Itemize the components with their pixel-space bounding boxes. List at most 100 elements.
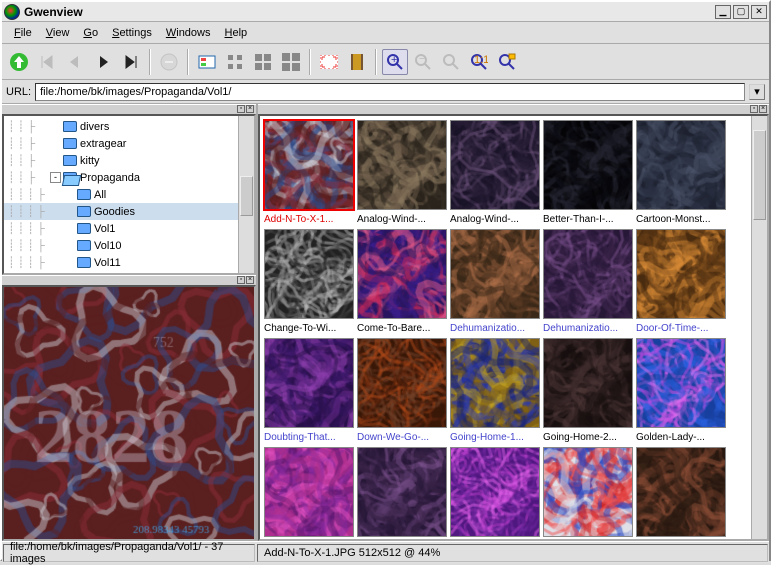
thumbnail-label: Add-N-To-X-1... [264, 213, 354, 226]
thumbnail[interactable] [357, 447, 447, 541]
preview-close-button[interactable]: × [246, 276, 254, 284]
menu-windows[interactable]: Windows [160, 25, 217, 41]
thumbs-close-button[interactable]: × [759, 105, 767, 113]
menu-go[interactable]: Go [77, 25, 104, 41]
prev-button[interactable] [62, 49, 88, 75]
thumbnail[interactable]: Doubting-That... [264, 338, 354, 444]
tree-item-vol11[interactable]: ┊ ┊ ┊ ├ Vol11 [4, 254, 254, 271]
thumbnail[interactable] [543, 447, 633, 541]
tree-item-all[interactable]: ┊ ┊ ┊ ├ All [4, 186, 254, 203]
thumbnail[interactable]: Dehumanizatio... [450, 229, 540, 335]
thumbnail-image [264, 447, 354, 537]
thumbnail[interactable]: Golden-Lady-... [636, 338, 726, 444]
folder-icon [63, 138, 77, 149]
thumbnail-label: Analog-Wind-... [450, 213, 540, 226]
url-bar: URL: ▾ [2, 80, 769, 104]
thumbs-scrollbar[interactable] [751, 116, 767, 539]
tree-close-button[interactable]: × [246, 105, 254, 113]
thumbnail[interactable] [636, 447, 726, 541]
tree-item-extragear[interactable]: ┊ ┊ ├ extragear [4, 135, 254, 152]
thumbnail-image [357, 338, 447, 428]
thumbnail[interactable]: Door-Of-Time-... [636, 229, 726, 335]
preview-undock-button[interactable]: ▫ [237, 276, 245, 284]
maximize-button[interactable]: ▢ [733, 5, 749, 19]
thumbnail-label [636, 540, 726, 541]
tree-item-vol12[interactable]: ┊ ┊ ┊ ├ Vol12 [4, 271, 254, 275]
tree-scrollbar[interactable] [238, 116, 254, 273]
thumbnail[interactable]: Going-Home-2... [543, 338, 633, 444]
svg-text:+: + [391, 54, 397, 66]
tree-item-vol1[interactable]: ┊ ┊ ┊ ├ Vol1 [4, 220, 254, 237]
folder-tree[interactable]: ┊ ┊ ├ divers┊ ┊ ├ extragear┊ ┊ ├ kitty ┊ … [2, 114, 256, 275]
tree-undock-button[interactable]: ▫ [237, 105, 245, 113]
tree-item-divers[interactable]: ┊ ┊ ├ divers [4, 118, 254, 135]
thumbnail-label: Analog-Wind-... [357, 213, 447, 226]
thumbnail-image [264, 229, 354, 319]
thumbnail-image [543, 447, 633, 537]
zoom-reset-button[interactable]: 1:1 [466, 49, 492, 75]
thumbnail-image [636, 229, 726, 319]
first-button[interactable] [34, 49, 60, 75]
thumbnail-label: Dehumanizatio... [450, 322, 540, 335]
thumbnail-image [357, 120, 447, 210]
tree-label: Vol10 [94, 240, 122, 252]
thumbnail[interactable]: Going-Home-1... [450, 338, 540, 444]
tree-item-kitty[interactable]: ┊ ┊ ├ kitty [4, 152, 254, 169]
thumbnail[interactable]: Add-N-To-X-1... [264, 120, 354, 226]
minimize-button[interactable]: ▁ [715, 5, 731, 19]
folder-icon [77, 257, 91, 268]
thumbnail-label: Cartoon-Monst... [636, 213, 726, 226]
menu-help[interactable]: Help [219, 25, 254, 41]
tree-item-vol10[interactable]: ┊ ┊ ┊ ├ Vol10 [4, 237, 254, 254]
thumbnail[interactable]: Come-To-Bare... [357, 229, 447, 335]
fullscreen-button[interactable] [316, 49, 342, 75]
thumbnail[interactable]: Better-Than-I-... [543, 120, 633, 226]
thumbnail[interactable]: Dehumanizatio... [543, 229, 633, 335]
thumbnail-image [263, 119, 355, 211]
thumbnail[interactable]: Cartoon-Monst... [636, 120, 726, 226]
url-input[interactable] [35, 83, 745, 101]
tree-expander[interactable]: - [50, 172, 61, 183]
tree-label: Propaganda [80, 172, 140, 184]
zoom-out-button[interactable]: − [410, 49, 436, 75]
folder-icon [77, 223, 91, 234]
close-button[interactable]: ✕ [751, 5, 767, 19]
tree-item-propaganda[interactable]: ┊ ┊ ├ -Propaganda [4, 169, 254, 186]
thumbnail[interactable]: Down-We-Go-... [357, 338, 447, 444]
menu-view[interactable]: View [40, 25, 76, 41]
stop-button[interactable] [156, 49, 182, 75]
thumbnail-image [636, 120, 726, 210]
last-button[interactable] [118, 49, 144, 75]
thumbnail-label: Going-Home-2... [543, 431, 633, 444]
slideshow-button[interactable] [344, 49, 370, 75]
thumbnail[interactable] [450, 447, 540, 541]
thumbnail-label: Going-Home-1... [450, 431, 540, 444]
thumbnails-panel[interactable]: Add-N-To-X-1...Analog-Wind-...Analog-Win… [258, 114, 769, 541]
view-small-button[interactable] [222, 49, 248, 75]
thumbnail[interactable]: Analog-Wind-... [357, 120, 447, 226]
view-large-button[interactable] [278, 49, 304, 75]
thumbs-undock-button[interactable]: ▫ [750, 105, 758, 113]
titlebar: Gwenview ▁ ▢ ✕ [2, 2, 769, 22]
tree-dock-controls: ▫ × [2, 104, 256, 114]
thumbnail[interactable]: Change-To-Wi... [264, 229, 354, 335]
view-med-button[interactable] [250, 49, 276, 75]
zoom-fit-button[interactable] [438, 49, 464, 75]
thumbnail[interactable] [264, 447, 354, 541]
menu-file[interactable]: File [8, 25, 38, 41]
tree-item-goodies[interactable]: ┊ ┊ ┊ ├ Goodies [4, 203, 254, 220]
zoom-in-button[interactable]: + [382, 49, 408, 75]
thumbnail[interactable]: Analog-Wind-... [450, 120, 540, 226]
thumbnail-label: Change-To-Wi... [264, 322, 354, 335]
thumbnail-label [450, 540, 540, 541]
thumbnail-image [357, 229, 447, 319]
up-button[interactable] [6, 49, 32, 75]
next-button[interactable] [90, 49, 116, 75]
url-dropdown-button[interactable]: ▾ [749, 84, 765, 100]
preview-image [4, 287, 254, 539]
tree-label: divers [80, 121, 109, 133]
thumbnail-image [543, 338, 633, 428]
menu-settings[interactable]: Settings [106, 25, 158, 41]
zoom-lock-button[interactable] [494, 49, 520, 75]
view-list-button[interactable] [194, 49, 220, 75]
